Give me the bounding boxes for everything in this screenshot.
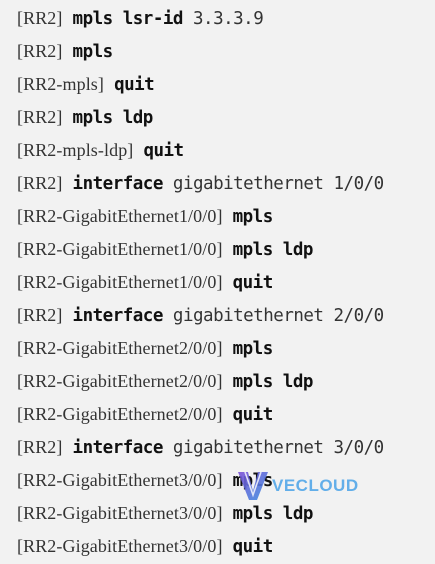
cli-prompt: [RR2-GigabitEthernet3/0/0] xyxy=(17,536,223,556)
cli-line-11: [RR2-GigabitEthernet2/0/0] mpls xyxy=(17,332,431,365)
cli-line-16: [RR2-GigabitEthernet3/0/0] mpls ldp xyxy=(17,497,431,530)
cli-prompt: [RR2] xyxy=(17,8,63,28)
cli-line-1: [RR2] mpls lsr-id 3.3.3.9 xyxy=(17,2,431,35)
cli-prompt: [RR2-mpls] xyxy=(17,74,105,94)
cli-line-5: [RR2-mpls-ldp] quit xyxy=(17,134,431,167)
cli-line-10: [RR2] interface gigabitethernet 2/0/0 xyxy=(17,299,431,332)
cli-command: mpls xyxy=(232,471,274,491)
cli-prompt: [RR2-GigabitEthernet2/0/0] xyxy=(17,371,223,391)
cli-args: gigabitethernet 2/0/0 xyxy=(172,306,384,326)
cli-line-7: [RR2-GigabitEthernet1/0/0] mpls xyxy=(17,200,431,233)
cli-command: quit xyxy=(232,537,274,557)
cli-command: mpls ldp xyxy=(232,504,314,524)
cli-line-2: [RR2] mpls xyxy=(17,35,431,68)
cli-line-9: [RR2-GigabitEthernet1/0/0] quit xyxy=(17,266,431,299)
cli-command: interface xyxy=(72,438,164,458)
cli-config-listing: [RR2] mpls lsr-id 3.3.3.9 [RR2] mpls [RR… xyxy=(17,2,431,563)
cli-prompt: [RR2-mpls-ldp] xyxy=(17,140,134,160)
cli-line-4: [RR2] mpls ldp xyxy=(17,101,431,134)
cli-command: quit xyxy=(114,75,155,95)
cli-command: interface xyxy=(72,306,164,326)
cli-prompt: [RR2] xyxy=(17,173,63,193)
cli-line-8: [RR2-GigabitEthernet1/0/0] mpls ldp xyxy=(17,233,431,266)
cli-command: mpls lsr-id xyxy=(72,9,184,29)
cli-command: mpls ldp xyxy=(232,372,314,392)
cli-args: gigabitethernet 3/0/0 xyxy=(172,438,384,458)
cli-prompt: [RR2] xyxy=(17,305,63,325)
cli-line-17: [RR2-GigabitEthernet3/0/0] quit xyxy=(17,530,431,563)
cli-line-6: [RR2] interface gigabitethernet 1/0/0 xyxy=(17,167,431,200)
cli-args: 3.3.3.9 xyxy=(193,9,264,29)
cli-prompt: [RR2-GigabitEthernet3/0/0] xyxy=(17,503,223,523)
cli-prompt: [RR2] xyxy=(17,437,63,457)
cli-prompt: [RR2-GigabitEthernet3/0/0] xyxy=(17,470,223,490)
cli-command: quit xyxy=(232,273,274,293)
cli-prompt: [RR2-GigabitEthernet1/0/0] xyxy=(17,206,223,226)
cli-command: mpls ldp xyxy=(232,240,314,260)
cli-command: interface xyxy=(72,174,164,194)
cli-command: mpls xyxy=(232,207,274,227)
cli-args: gigabitethernet 1/0/0 xyxy=(172,174,384,194)
cli-prompt: [RR2-GigabitEthernet1/0/0] xyxy=(17,239,223,259)
cli-prompt: [RR2] xyxy=(17,41,63,61)
cli-line-12: [RR2-GigabitEthernet2/0/0] mpls ldp xyxy=(17,365,431,398)
cli-command: quit xyxy=(143,141,184,161)
cli-line-3: [RR2-mpls] quit xyxy=(17,68,431,101)
cli-command: mpls xyxy=(72,42,114,62)
cli-prompt: [RR2-GigabitEthernet2/0/0] xyxy=(17,338,223,358)
cli-line-13: [RR2-GigabitEthernet2/0/0] quit xyxy=(17,398,431,431)
cli-line-15: [RR2-GigabitEthernet3/0/0] mpls xyxy=(17,464,431,497)
cli-prompt: [RR2-GigabitEthernet1/0/0] xyxy=(17,272,223,292)
cli-line-14: [RR2] interface gigabitethernet 3/0/0 xyxy=(17,431,431,464)
cli-command: mpls xyxy=(232,339,274,359)
cli-command: mpls ldp xyxy=(72,108,154,128)
cli-prompt: [RR2-GigabitEthernet2/0/0] xyxy=(17,404,223,424)
cli-prompt: [RR2] xyxy=(17,107,63,127)
cli-command: quit xyxy=(232,405,274,425)
